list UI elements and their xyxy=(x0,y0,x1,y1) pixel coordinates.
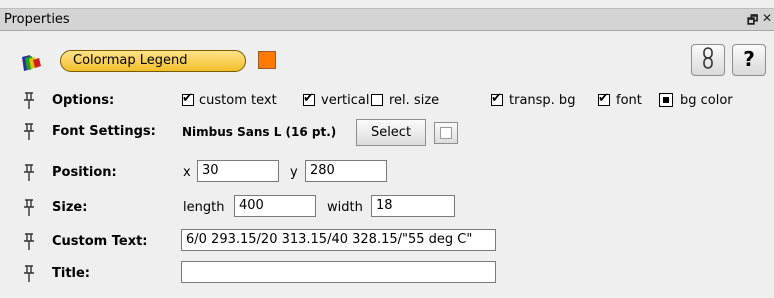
custom-text-checkbox[interactable]: ✔ xyxy=(182,92,194,106)
custom-text-option-label: custom text xyxy=(199,93,277,108)
select-font-label: Select xyxy=(370,125,412,140)
help-button[interactable]: ? xyxy=(732,44,766,76)
bg-color-option-label: bg color xyxy=(680,93,733,108)
custom-text-row: Custom Text: 6/0 293.15/20 313.15/40 328… xyxy=(0,227,774,257)
pin-icon[interactable] xyxy=(22,123,36,141)
transp-bg-option-label: transp. bg xyxy=(509,93,576,108)
colormap-module-icon xyxy=(22,55,41,71)
title-bar: Properties 🗗 ✕ xyxy=(0,8,774,31)
link-button[interactable] xyxy=(691,44,725,76)
transp-bg-checkbox[interactable]: ✔ xyxy=(491,92,503,106)
position-row: Position: x 30 y 280 xyxy=(0,158,774,188)
chain-link-icon xyxy=(703,47,713,69)
bg-color-swatch-button[interactable] xyxy=(659,93,673,107)
module-color-swatch[interactable] xyxy=(258,51,276,69)
length-label: length xyxy=(183,200,225,215)
font-option-label: font xyxy=(616,93,642,108)
custom-text-input[interactable]: 6/0 293.15/20 313.15/40 328.15/"55 deg C… xyxy=(181,229,496,251)
font-color-swatch[interactable] xyxy=(434,122,458,144)
custom-text-label: Custom Text: xyxy=(52,234,148,249)
pin-icon[interactable] xyxy=(22,199,36,217)
width-input[interactable]: 18 xyxy=(371,195,455,217)
size-label: Size: xyxy=(52,200,88,215)
module-name-button[interactable]: Colormap Legend xyxy=(60,50,246,72)
length-input[interactable]: 400 xyxy=(234,195,316,217)
pin-icon[interactable] xyxy=(22,265,36,283)
font-name: Nimbus Sans L (16 pt.) xyxy=(182,125,337,139)
rel-size-checkbox[interactable] xyxy=(371,94,383,106)
options-label: Options: xyxy=(52,93,115,108)
title-row: Title: xyxy=(0,259,774,289)
options-row: Options: ✔ custom text ✔ vertical rel. s… xyxy=(0,86,774,116)
size-row: Size: length 400 width 18 xyxy=(0,193,774,223)
module-name: Colormap Legend xyxy=(73,53,188,68)
x-label: x xyxy=(183,165,191,180)
properties-panel: Properties 🗗 ✕ Colormap Legend ? Options… xyxy=(0,0,774,298)
font-settings-row: Font Settings: Nimbus Sans L (16 pt.) Se… xyxy=(0,117,774,147)
vertical-checkbox[interactable]: ✔ xyxy=(303,92,315,106)
width-label: width xyxy=(327,200,363,215)
y-label: y xyxy=(290,165,298,180)
window-title: Properties xyxy=(4,12,70,27)
select-font-button[interactable]: Select xyxy=(356,119,426,146)
vertical-option-label: vertical xyxy=(321,93,370,108)
title-input[interactable] xyxy=(181,261,496,283)
close-icon[interactable]: ✕ xyxy=(762,11,772,25)
title-label: Title: xyxy=(52,266,91,281)
pin-icon[interactable] xyxy=(22,92,36,110)
y-position-input[interactable]: 280 xyxy=(305,160,387,182)
font-checkbox[interactable]: ✔ xyxy=(598,92,610,106)
pin-icon[interactable] xyxy=(22,164,36,182)
x-position-input[interactable]: 30 xyxy=(197,160,279,182)
pin-icon[interactable] xyxy=(22,233,36,251)
rel-size-option-label: rel. size xyxy=(389,93,440,108)
help-icon: ? xyxy=(743,47,755,71)
font-settings-label: Font Settings: xyxy=(52,124,156,139)
position-label: Position: xyxy=(52,165,117,180)
undock-icon[interactable]: 🗗 xyxy=(747,11,758,32)
